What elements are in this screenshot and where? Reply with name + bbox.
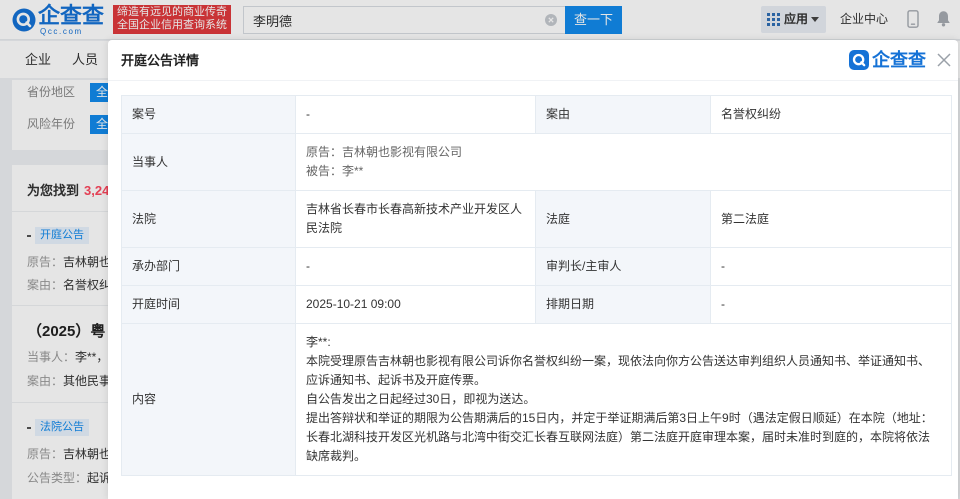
row-case-number: 案号 - 案由 名誉权纠纷 bbox=[121, 95, 952, 134]
case-number-label: 案号 bbox=[121, 95, 296, 134]
case-number-value: - bbox=[295, 95, 536, 134]
modal-title: 开庭公告详情 bbox=[121, 53, 200, 68]
close-icon[interactable] bbox=[937, 53, 951, 67]
row-parties: 当事人 原告：吉林朝也影视有限公司 被告：李** bbox=[121, 133, 952, 191]
detail-table: 案号 - 案由 名誉权纠纷 当事人 原告：吉林朝也影视有限公司 被告：李** 法… bbox=[121, 95, 952, 476]
row-court: 法院 吉林省长春市长春高新技术产业开发区人民法院 法庭 第二法庭 bbox=[121, 190, 952, 248]
cause-value: 名誉权纠纷 bbox=[710, 95, 952, 134]
modal-brand-logo: 企查查 bbox=[849, 50, 931, 71]
hearing-time-label: 开庭时间 bbox=[121, 285, 296, 324]
content-paragraph: 提出答辩状和举证的期限为公告期满后的15日内，并定于举证期满后第3日上午9时（遇… bbox=[306, 411, 933, 463]
defendant: 被告：李** bbox=[306, 164, 364, 178]
row-department: 承办部门 - 审判长/主审人 - bbox=[121, 247, 952, 286]
tribunal-value: 第二法庭 bbox=[710, 190, 952, 248]
tribunal-label: 法庭 bbox=[535, 190, 711, 248]
modal-header: 开庭公告详情 企查查 bbox=[108, 40, 958, 81]
parties-value: 原告：吉林朝也影视有限公司 被告：李** bbox=[295, 133, 952, 191]
parties-label: 当事人 bbox=[121, 133, 296, 191]
cause-label: 案由 bbox=[535, 95, 711, 134]
row-hearing-time: 开庭时间 2025-10-21 09:00 排期日期 - bbox=[121, 285, 952, 324]
modal-brand-name: 企查查 bbox=[872, 50, 926, 70]
plaintiff: 原告：吉林朝也影视有限公司 bbox=[306, 145, 463, 159]
content-value: 李**: 本院受理原告吉林朝也影视有限公司诉你名誉权纠纷一案，现依法向你方公告送… bbox=[295, 323, 952, 476]
content-addressee: 李**: bbox=[306, 335, 331, 349]
schedule-date-label: 排期日期 bbox=[535, 285, 711, 324]
hearing-time-value: 2025-10-21 09:00 bbox=[295, 285, 536, 324]
hearing-notice-modal: 开庭公告详情 企查查 案号 - 案由 名誉权纠纷 当事人 原告：吉林朝也影视有限… bbox=[108, 40, 958, 499]
content-paragraph: 本院受理原告吉林朝也影视有限公司诉你名誉权纠纷一案，现依法向你方公告送达审判组织… bbox=[306, 354, 931, 387]
department-label: 承办部门 bbox=[121, 247, 296, 286]
department-value: - bbox=[295, 247, 536, 286]
court-value: 吉林省长春市长春高新技术产业开发区人民法院 bbox=[295, 190, 536, 248]
qcc-logo-icon bbox=[849, 50, 869, 70]
content-label: 内容 bbox=[121, 323, 296, 476]
judge-value: - bbox=[710, 247, 952, 286]
content-paragraph: 自公告发出之日起经过30日，即视为送达。 bbox=[306, 392, 536, 406]
judge-label: 审判长/主审人 bbox=[535, 247, 711, 286]
court-label: 法院 bbox=[121, 190, 296, 248]
schedule-date-value: - bbox=[710, 285, 952, 324]
row-content: 内容 李**: 本院受理原告吉林朝也影视有限公司诉你名誉权纠纷一案，现依法向你方… bbox=[121, 323, 952, 476]
